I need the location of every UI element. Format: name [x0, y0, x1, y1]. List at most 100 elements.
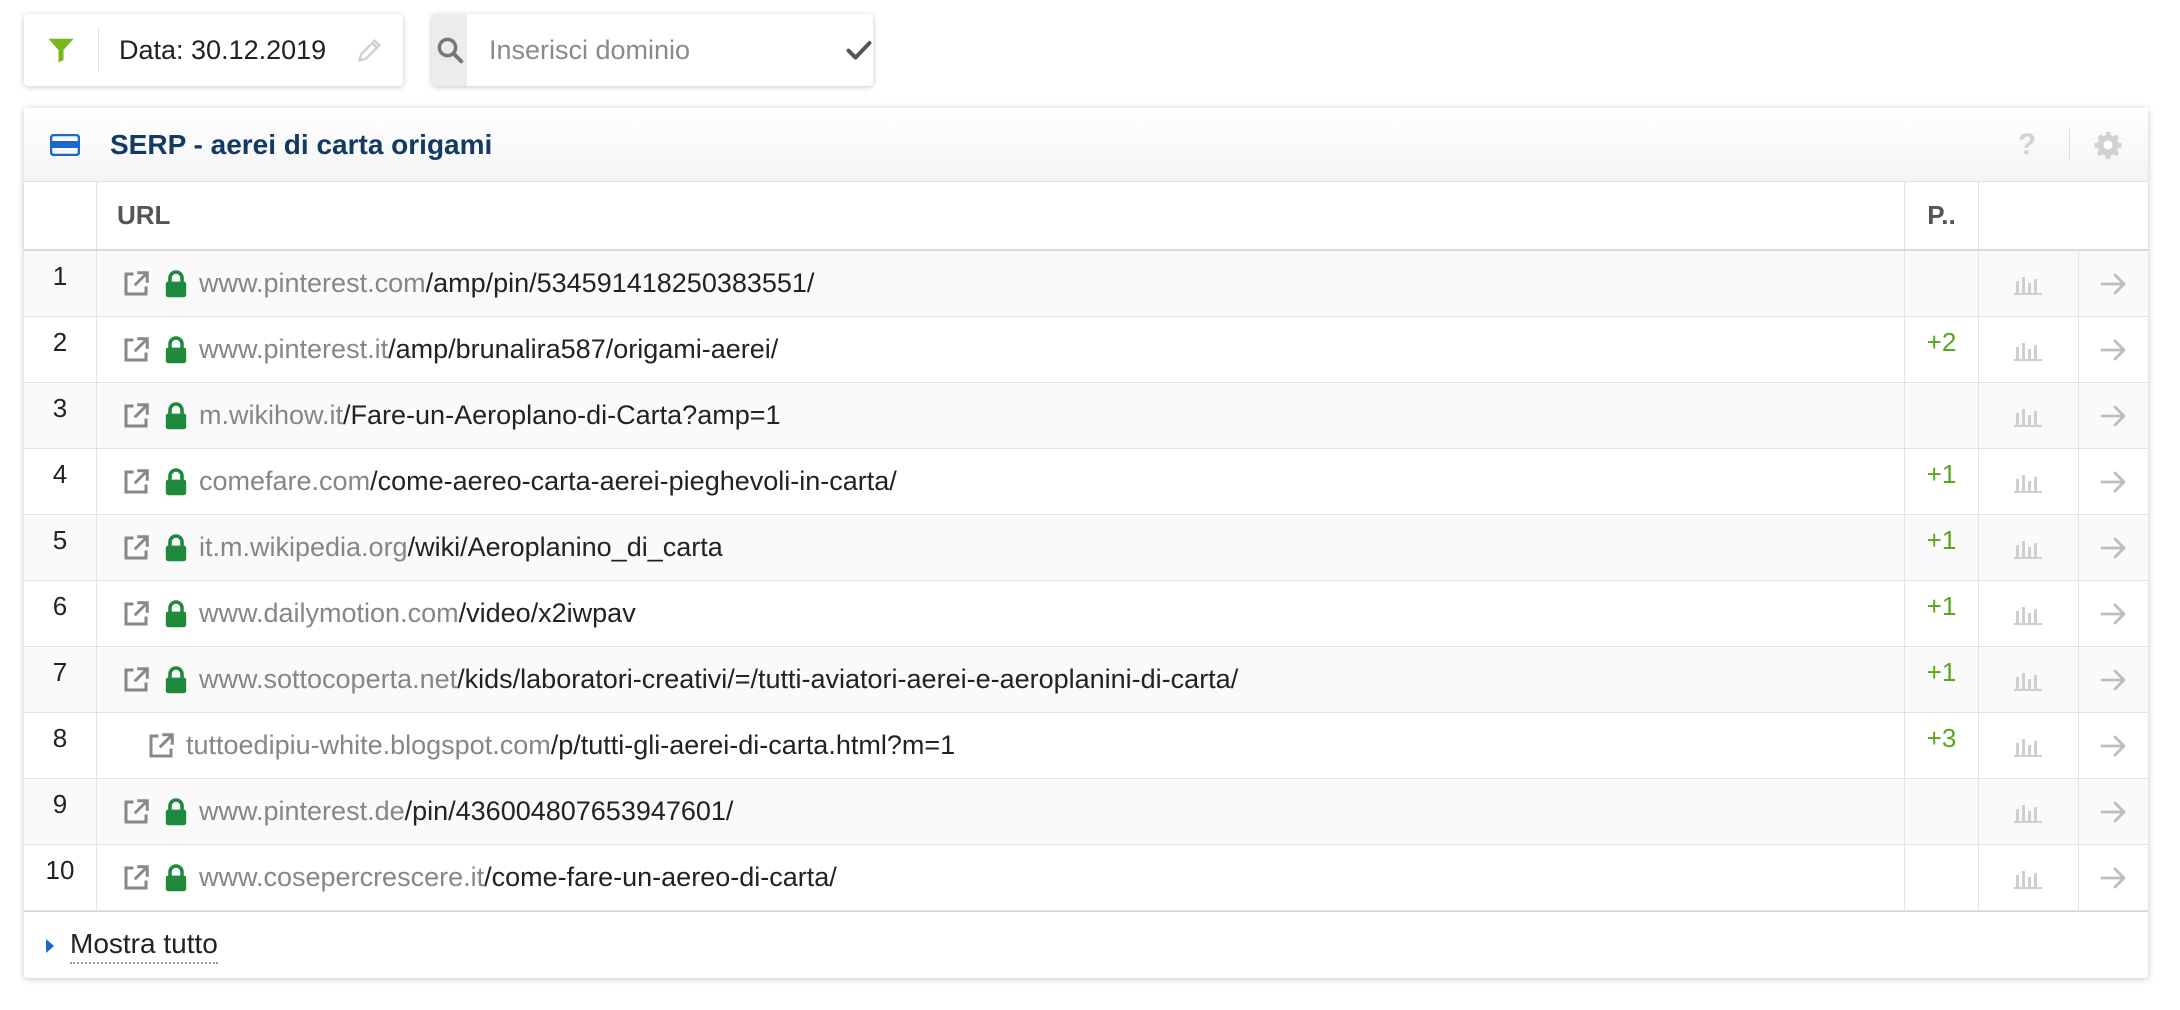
external-link-icon[interactable] — [119, 465, 153, 499]
position-change — [1904, 845, 1979, 910]
arrow-right-icon[interactable] — [2079, 251, 2148, 316]
external-link-icon[interactable] — [119, 861, 153, 895]
table-header: URL P.. — [24, 182, 2148, 251]
arrow-right-icon[interactable] — [2079, 581, 2148, 646]
check-icon[interactable] — [845, 14, 873, 86]
url-path[interactable]: /amp/brunalira587/origami-aerei/ — [388, 334, 778, 365]
bar-chart-icon[interactable] — [1978, 317, 2079, 382]
rank-cell: 1 — [24, 251, 97, 316]
url-path[interactable]: /wiki/Aeroplanino_di_carta — [408, 532, 723, 563]
lock-icon — [161, 597, 191, 631]
url-path[interactable]: /pin/436004807653947601/ — [405, 796, 734, 827]
panel-header: SERP - aerei di carta origami ? — [24, 108, 2148, 182]
position-change: +3 — [1904, 713, 1979, 778]
external-link-icon[interactable] — [119, 399, 153, 433]
lock-icon — [161, 399, 191, 433]
lock-icon — [161, 861, 191, 895]
arrow-right-icon[interactable] — [2079, 317, 2148, 382]
position-change: +2 — [1904, 317, 1979, 382]
url-domain[interactable]: comefare.com — [199, 466, 370, 497]
search-icon[interactable] — [432, 14, 467, 86]
external-link-icon[interactable] — [144, 729, 178, 763]
url-path[interactable]: /come-fare-un-aereo-di-carta/ — [484, 862, 837, 893]
domain-search — [432, 14, 873, 86]
bar-chart-icon[interactable] — [1978, 581, 2079, 646]
url-domain[interactable]: www.cosepercrescere.it — [199, 862, 484, 893]
url-domain[interactable]: www.dailymotion.com — [199, 598, 459, 629]
rank-cell: 10 — [24, 845, 97, 910]
column-header-rank — [24, 182, 97, 249]
bar-chart-icon[interactable] — [1978, 449, 2079, 514]
arrow-right-icon[interactable] — [2079, 779, 2148, 844]
panel-footer: Mostra tutto — [24, 911, 2148, 979]
url-domain[interactable]: www.pinterest.com — [199, 268, 426, 299]
url-domain[interactable]: m.wikihow.it — [199, 400, 343, 431]
external-link-icon[interactable] — [119, 333, 153, 367]
arrow-right-icon[interactable] — [2079, 713, 2148, 778]
url-domain[interactable]: www.pinterest.it — [199, 334, 388, 365]
url-cell: tuttoedipiu-white.blogspot.com/p/tutti-g… — [144, 713, 955, 778]
external-link-icon[interactable] — [119, 795, 153, 829]
date-filter[interactable]: Data: 30.12.2019 — [24, 14, 403, 86]
lock-icon — [161, 465, 191, 499]
rank-cell: 2 — [24, 317, 97, 382]
bar-chart-icon[interactable] — [1978, 515, 2079, 580]
url-domain[interactable]: tuttoedipiu-white.blogspot.com — [186, 730, 551, 761]
url-cell: m.wikihow.it/Fare-un-Aeroplano-di-Carta?… — [119, 383, 781, 448]
serp-panel: SERP - aerei di carta origami ? URL P.. … — [24, 108, 2148, 978]
url-path[interactable]: /amp/pin/534591418250383551/ — [426, 268, 815, 299]
column-header-url[interactable]: URL — [117, 182, 170, 249]
card-icon — [50, 133, 80, 156]
arrow-right-icon[interactable] — [2079, 449, 2148, 514]
arrow-right-icon[interactable] — [2079, 845, 2148, 910]
bar-chart-icon[interactable] — [1978, 779, 2079, 844]
position-change — [1904, 779, 1979, 844]
url-domain[interactable]: www.pinterest.de — [199, 796, 405, 827]
header-divider — [2069, 127, 2070, 162]
arrow-right-icon[interactable] — [2079, 515, 2148, 580]
url-cell: comefare.com/come-aereo-carta-aerei-pieg… — [119, 449, 897, 514]
url-path[interactable]: /video/x2iwpav — [459, 598, 636, 629]
help-icon[interactable]: ? — [2007, 125, 2047, 165]
table-row: 5 it.m.wikipedia.org/wiki/Aeroplanino_di… — [24, 515, 2148, 581]
bar-chart-icon[interactable] — [1978, 251, 2079, 316]
arrow-right-icon[interactable] — [2079, 647, 2148, 712]
bar-chart-icon[interactable] — [1978, 383, 2079, 448]
url-path[interactable]: /come-aereo-carta-aerei-pieghevoli-in-ca… — [370, 466, 897, 497]
table-row: 8 tuttoedipiu-white.blogspot.com/p/tutti… — [24, 713, 2148, 779]
arrow-right-icon[interactable] — [2079, 383, 2148, 448]
url-path[interactable]: /kids/laboratori-creativi/=/tutti-aviato… — [457, 664, 1238, 695]
bar-chart-icon[interactable] — [1978, 713, 2079, 778]
url-cell: www.dailymotion.com/video/x2iwpav — [119, 581, 636, 646]
domain-input[interactable] — [467, 19, 845, 81]
table-row: 3 m.wikihow.it/Fare-un-Aeroplano-di-Cart… — [24, 383, 2148, 449]
show-all-link[interactable]: Mostra tutto — [70, 928, 218, 964]
url-path[interactable]: /p/tutti-gli-aerei-di-carta.html?m=1 — [551, 730, 955, 761]
url-domain[interactable]: www.sottocoperta.net — [199, 664, 457, 695]
bar-chart-icon[interactable] — [1978, 845, 2079, 910]
pencil-icon[interactable] — [353, 33, 387, 67]
url-cell: www.sottocoperta.net/kids/laboratori-cre… — [119, 647, 1238, 712]
lock-icon — [161, 531, 191, 565]
position-change: +1 — [1904, 647, 1979, 712]
position-change: +1 — [1904, 581, 1979, 646]
gear-icon[interactable] — [2088, 125, 2128, 165]
external-link-icon[interactable] — [119, 663, 153, 697]
external-link-icon[interactable] — [119, 597, 153, 631]
lock-icon — [161, 663, 191, 697]
external-link-icon[interactable] — [119, 267, 153, 301]
column-header-position[interactable]: P.. — [1904, 182, 1979, 249]
table-row: 1 www.pinterest.com/amp/pin/534591418250… — [24, 251, 2148, 317]
rank-cell: 5 — [24, 515, 97, 580]
filter-icon[interactable] — [24, 28, 99, 72]
position-change — [1904, 383, 1979, 448]
url-path[interactable]: /Fare-un-Aeroplano-di-Carta?amp=1 — [343, 400, 780, 431]
lock-icon — [161, 333, 191, 367]
lock-icon — [161, 267, 191, 301]
table-row: 6 www.dailymotion.com/video/x2iwpav +1 — [24, 581, 2148, 647]
external-link-icon[interactable] — [119, 531, 153, 565]
position-change: +1 — [1904, 449, 1979, 514]
url-domain[interactable]: it.m.wikipedia.org — [199, 532, 408, 563]
table-row: 9 www.pinterest.de/pin/43600480765394760… — [24, 779, 2148, 845]
bar-chart-icon[interactable] — [1978, 647, 2079, 712]
